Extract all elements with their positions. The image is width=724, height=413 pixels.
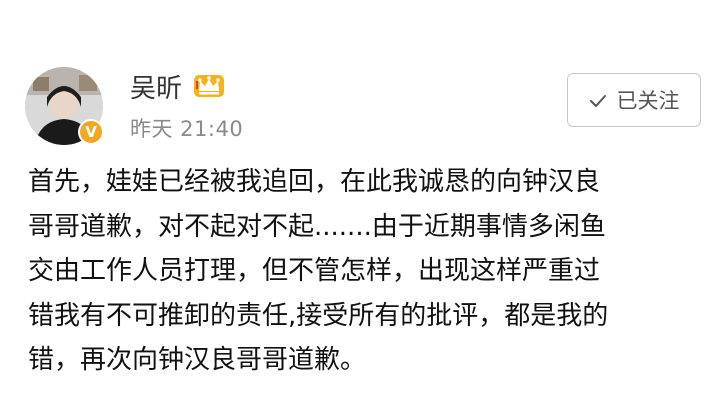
weibo-post: V 吴昕 昨天 21:40 已关注 首先，娃娃已经被我追回，在此我诚恳的向钟汉良 (0, 0, 724, 413)
crown-icon[interactable] (192, 71, 226, 101)
check-icon (589, 91, 607, 109)
username[interactable]: 吴昕 (130, 68, 182, 105)
avatar[interactable]: V (25, 67, 104, 145)
verified-badge-icon: V (78, 119, 104, 145)
post-line: 错我有不可推卸的责任,接受所有的批评，都是我的 (28, 300, 609, 331)
post-content: 首先，娃娃已经被我追回，在此我诚恳的向钟汉良 哥哥道歉，对不起对不起......… (28, 160, 708, 383)
post-line: 错，再次向钟汉良哥哥道歉。 (28, 345, 367, 375)
username-row: 吴昕 (130, 68, 226, 104)
post-line: 哥哥道歉，对不起对不起.......由于近期事情多闲鱼 (28, 211, 606, 242)
post-line: 首先，娃娃已经被我追回，在此我诚恳的向钟汉良 (28, 167, 601, 197)
post-line: 交由工作人员打理，但不管怎样，出现这样严重过 (28, 256, 601, 286)
follow-button[interactable]: 已关注 (567, 73, 701, 127)
post-time: 昨天 21:40 (130, 117, 244, 141)
follow-button-label: 已关注 (616, 89, 680, 113)
